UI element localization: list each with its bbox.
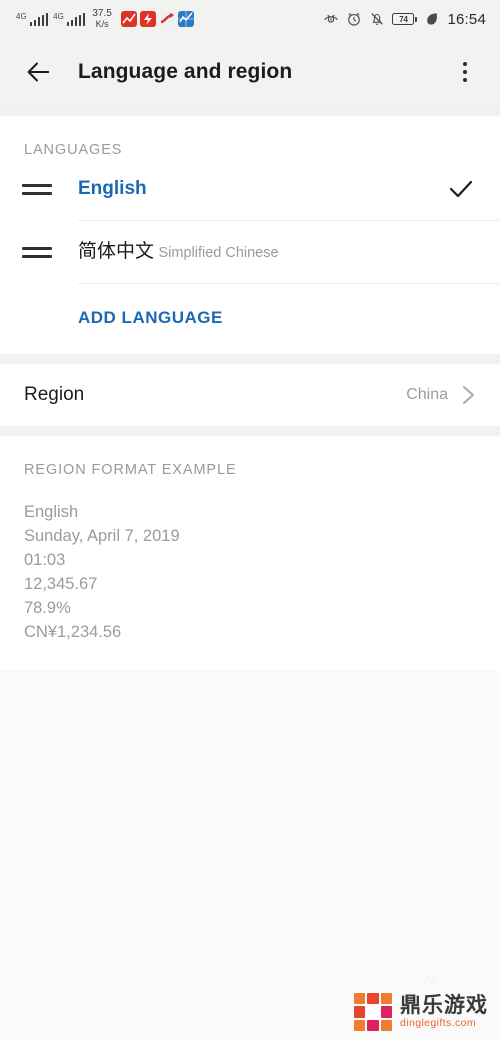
kebab-dot: [463, 62, 467, 66]
signal-2-icon: 4G: [53, 11, 86, 26]
eye-icon: [324, 14, 339, 23]
region-row[interactable]: Region China: [0, 364, 500, 426]
stock-app-red3-icon: [158, 11, 175, 27]
language-text: 简体中文 Simplified Chinese: [78, 240, 446, 264]
language-row-english[interactable]: English: [0, 158, 500, 220]
back-button[interactable]: [22, 55, 56, 89]
drag-handle-icon[interactable]: [22, 183, 56, 195]
watermark-ghost-mark: ∿: [422, 971, 438, 990]
signal-2-label: 4G: [53, 11, 64, 21]
signal-1-icon: 4G: [16, 11, 49, 26]
network-speed-value: 37.5: [92, 8, 112, 19]
watermark-text: 鼎乐游戏 dinglegifts.com: [400, 994, 488, 1030]
format-line-currency: CN¥1,234.56: [24, 623, 122, 641]
drag-handle-icon[interactable]: [22, 246, 56, 258]
leaf-icon: [427, 13, 438, 25]
stock-app-red2-icon: [139, 11, 156, 27]
section-gap: [0, 354, 500, 364]
kebab-dot: [463, 70, 467, 74]
bell-muted-icon: [371, 13, 384, 26]
language-subtitle: Simplified Chinese: [158, 245, 279, 261]
check-icon: [449, 180, 473, 198]
back-arrow-icon: [27, 62, 49, 82]
add-language-button[interactable]: ADD LANGUAGE: [0, 284, 500, 354]
battery-icon: 74: [392, 13, 418, 25]
format-line-date: Sunday, April 7, 2019: [24, 527, 180, 545]
notification-app-icons: [120, 11, 194, 27]
battery-percent: 74: [399, 14, 408, 24]
format-line-number: 12,345.67: [24, 575, 98, 593]
language-row-simplified-chinese[interactable]: 简体中文 Simplified Chinese: [0, 221, 500, 283]
clock-time: 16:54: [447, 10, 486, 28]
chevron-right-icon: [463, 386, 474, 404]
region-section: Region China: [0, 364, 500, 426]
languages-section: LANGUAGES English 简体中文 Simplified Chines…: [0, 116, 500, 354]
alarm-icon: [348, 12, 361, 26]
language-text: English: [78, 177, 446, 201]
selected-check: [446, 175, 476, 203]
status-bar-left: 4G 4G 37.5 K/s: [16, 9, 194, 29]
region-format-section: REGION FORMAT EXAMPLE English Sunday, Ap…: [0, 436, 500, 670]
languages-header: LANGUAGES: [24, 142, 123, 158]
signal-1-label: 4G: [16, 11, 27, 21]
watermark-logo-icon: [354, 993, 392, 1031]
region-label: Region: [24, 384, 85, 405]
language-name: 简体中文: [78, 241, 155, 262]
section-gap: [0, 426, 500, 436]
format-line-language: English: [24, 503, 79, 521]
region-format-header: REGION FORMAT EXAMPLE: [24, 462, 237, 478]
phone-screen: 4G 4G 37.5 K/s 74 16:54 Language and reg…: [0, 0, 500, 1039]
app-bar: Language and region: [0, 38, 500, 106]
stock-app-red-icon: [120, 11, 137, 27]
watermark: 鼎乐游戏 dinglegifts.com: [354, 993, 488, 1031]
format-line-time: 01:03: [24, 551, 66, 569]
section-gap: [0, 106, 500, 116]
network-speed-unit: K/s: [95, 19, 109, 29]
watermark-site: dinglegifts.com: [400, 1017, 477, 1029]
format-line-percent: 78.9%: [24, 599, 71, 617]
status-bar-right: 74 16:54: [323, 11, 486, 28]
network-speed: 37.5 K/s: [92, 8, 112, 30]
language-list: English 简体中文 Simplified Chinese ADD LANG…: [0, 158, 500, 354]
watermark-title: 鼎乐游戏: [400, 994, 488, 1017]
page-title: Language and region: [78, 60, 293, 83]
status-bar: 4G 4G 37.5 K/s 74 16:54: [0, 0, 500, 38]
language-name: English: [78, 178, 147, 199]
kebab-dot: [463, 78, 467, 82]
region-format-list: English Sunday, April 7, 2019 01:03 12,3…: [0, 478, 500, 644]
overflow-menu-button[interactable]: [448, 55, 482, 89]
region-value: China: [406, 386, 448, 403]
stock-app-blue-icon: [177, 11, 194, 27]
